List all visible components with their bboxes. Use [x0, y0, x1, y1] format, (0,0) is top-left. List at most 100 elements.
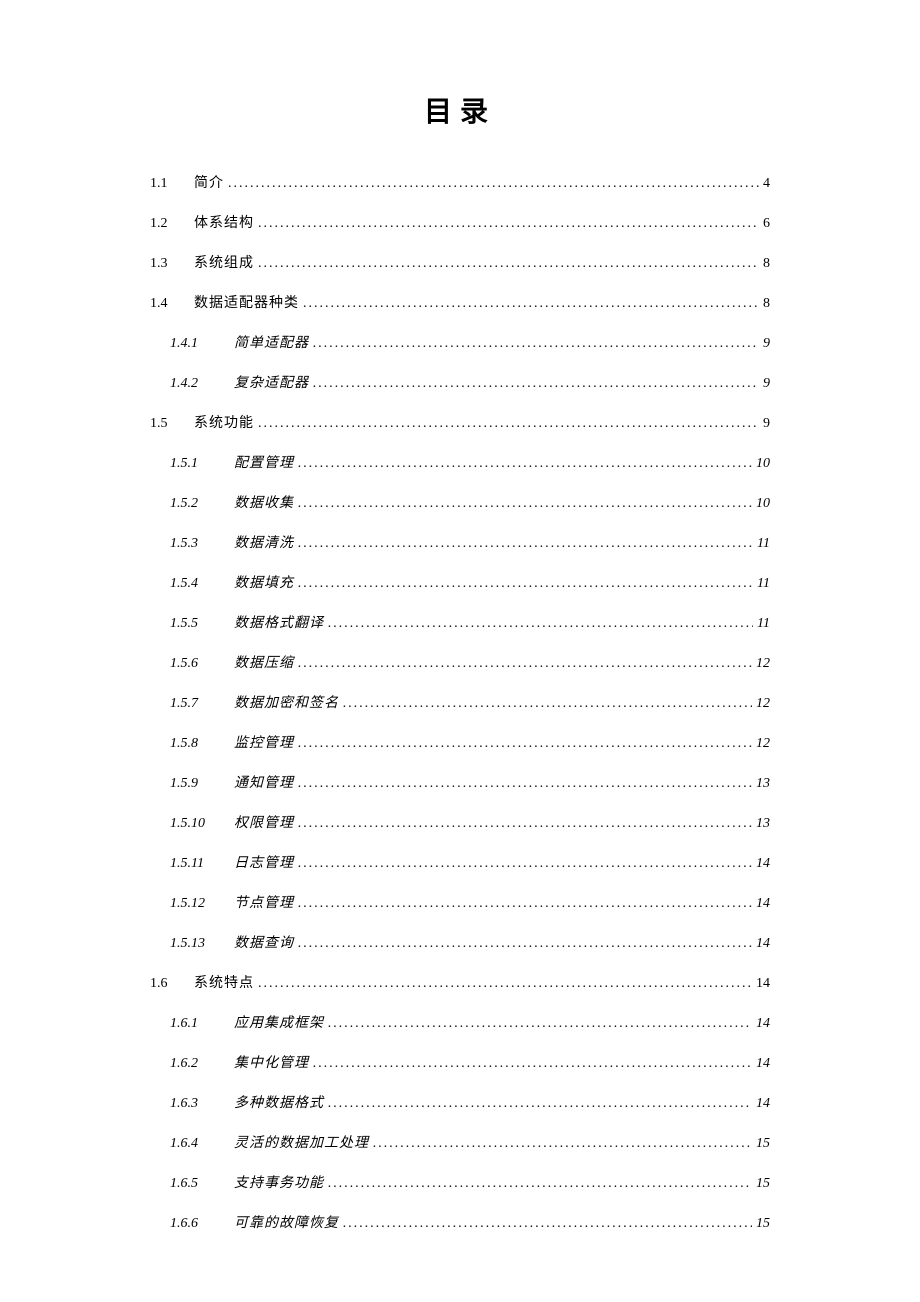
toc-label: 支持事务功能 — [234, 1172, 324, 1192]
toc-leader-dots — [228, 176, 759, 192]
page-title: 目录 — [150, 90, 770, 130]
toc-page-number: 13 — [756, 816, 770, 832]
toc-page-number: 12 — [756, 656, 770, 672]
toc-page-number: 14 — [756, 896, 770, 912]
toc-page-number: 10 — [756, 496, 770, 512]
toc-entry: 1.6.1应用集成框架14 — [150, 1012, 770, 1032]
toc-number: 1.4.1 — [170, 336, 234, 352]
toc-number: 1.5.7 — [170, 696, 234, 712]
toc-number: 1.6.4 — [170, 1136, 234, 1152]
toc-leader-dots — [343, 1216, 752, 1232]
toc-page-number: 9 — [763, 336, 770, 352]
toc-leader-dots — [373, 1136, 752, 1152]
toc-label: 应用集成框架 — [234, 1012, 324, 1032]
toc-entry: 1.5.12节点管理14 — [150, 892, 770, 912]
toc-number: 1.6.1 — [170, 1016, 234, 1032]
toc-label: 日志管理 — [234, 852, 294, 872]
toc-leader-dots — [328, 1176, 752, 1192]
toc-label: 监控管理 — [234, 732, 294, 752]
toc-label: 通知管理 — [234, 772, 294, 792]
toc-entry: 1.6.3多种数据格式 14 — [150, 1092, 770, 1112]
toc-page-number: 15 — [756, 1216, 770, 1232]
toc-number: 1.6 — [150, 976, 194, 992]
toc-leader-dots — [298, 856, 752, 872]
toc-entry: 1.2体系结构6 — [150, 212, 770, 232]
toc-leader-dots — [298, 536, 753, 552]
toc-number: 1.5.11 — [170, 856, 234, 872]
toc-label: 灵活的数据加工处理 — [234, 1132, 369, 1152]
toc-entry: 1.4.2复杂适配器9 — [150, 372, 770, 392]
toc-entry: 1.6.2集中化管理 14 — [150, 1052, 770, 1072]
toc-number: 1.5.3 — [170, 536, 234, 552]
toc-leader-dots — [298, 816, 752, 832]
toc-label: 数据收集 — [234, 492, 294, 512]
toc-page-number: 13 — [756, 776, 770, 792]
toc-number: 1.6.6 — [170, 1216, 234, 1232]
toc-entry: 1.4数据适配器种类8 — [150, 292, 770, 312]
toc-page-number: 6 — [763, 216, 770, 232]
toc-entry: 1.5.9通知管理13 — [150, 772, 770, 792]
toc-page-number: 14 — [756, 1096, 770, 1112]
toc-leader-dots — [298, 576, 753, 592]
toc-label: 系统组成 — [194, 252, 254, 272]
toc-page-number: 14 — [756, 856, 770, 872]
toc-leader-dots — [328, 616, 753, 632]
toc-page-number: 14 — [756, 1056, 770, 1072]
toc-entry: 1.1简介4 — [150, 172, 770, 192]
toc-number: 1.5.6 — [170, 656, 234, 672]
toc-entry: 1.4.1简单适配器9 — [150, 332, 770, 352]
toc-entry: 1.5.13数据查询14 — [150, 932, 770, 952]
toc-page-number: 12 — [756, 736, 770, 752]
toc-entry: 1.5.3数据清洗11 — [150, 532, 770, 552]
toc-leader-dots — [298, 456, 752, 472]
toc-label: 可靠的故障恢复 — [234, 1212, 339, 1232]
toc-label: 复杂适配器 — [234, 372, 309, 392]
toc-leader-dots — [313, 1056, 752, 1072]
toc-entry: 1.5.11日志管理 14 — [150, 852, 770, 872]
toc-page-number: 11 — [757, 576, 770, 592]
toc-number: 1.5.10 — [170, 816, 234, 832]
toc-entry: 1.6.4灵活的数据加工处理15 — [150, 1132, 770, 1152]
toc-entry: 1.5.4数据填充 11 — [150, 572, 770, 592]
toc-leader-dots — [258, 976, 752, 992]
toc-number: 1.4 — [150, 296, 194, 312]
toc-label: 数据压缩 — [234, 652, 294, 672]
toc-leader-dots — [343, 696, 752, 712]
toc-leader-dots — [313, 376, 759, 392]
toc-entry: 1.5.1配置管理 10 — [150, 452, 770, 472]
toc-page-number: 11 — [757, 536, 770, 552]
toc-page-number: 11 — [757, 616, 770, 632]
toc-label: 简介 — [194, 172, 224, 192]
toc-number: 1.6.3 — [170, 1096, 234, 1112]
toc-number: 1.4.2 — [170, 376, 234, 392]
toc-label: 数据格式翻译 — [234, 612, 324, 632]
toc-entry: 1.5.7数据加密和签名12 — [150, 692, 770, 712]
toc-page-number: 8 — [763, 296, 770, 312]
toc-number: 1.1 — [150, 176, 194, 192]
toc-number: 1.3 — [150, 256, 194, 272]
toc-number: 1.5.4 — [170, 576, 234, 592]
toc-label: 数据填充 — [234, 572, 294, 592]
toc-number: 1.5.12 — [170, 896, 234, 912]
toc-leader-dots — [328, 1016, 752, 1032]
toc-label: 系统功能 — [194, 412, 254, 432]
toc-number: 1.6.2 — [170, 1056, 234, 1072]
toc-number: 1.5 — [150, 416, 194, 432]
toc-label: 配置管理 — [234, 452, 294, 472]
toc-leader-dots — [313, 336, 759, 352]
toc-page-number: 14 — [756, 936, 770, 952]
toc-page-number: 9 — [763, 416, 770, 432]
toc-number: 1.5.1 — [170, 456, 234, 472]
toc-number: 1.6.5 — [170, 1176, 234, 1192]
toc-leader-dots — [298, 936, 752, 952]
toc-label: 集中化管理 — [234, 1052, 309, 1072]
toc-label: 多种数据格式 — [234, 1092, 324, 1112]
toc-entry: 1.5.8监控管理12 — [150, 732, 770, 752]
toc-page-number: 10 — [756, 456, 770, 472]
toc-label: 体系结构 — [194, 212, 254, 232]
toc-page-number: 14 — [756, 976, 770, 992]
toc-number: 1.5.13 — [170, 936, 234, 952]
toc-entry: 1.3系统组成8 — [150, 252, 770, 272]
toc-entry: 1.6系统特点14 — [150, 972, 770, 992]
toc-leader-dots — [258, 216, 759, 232]
